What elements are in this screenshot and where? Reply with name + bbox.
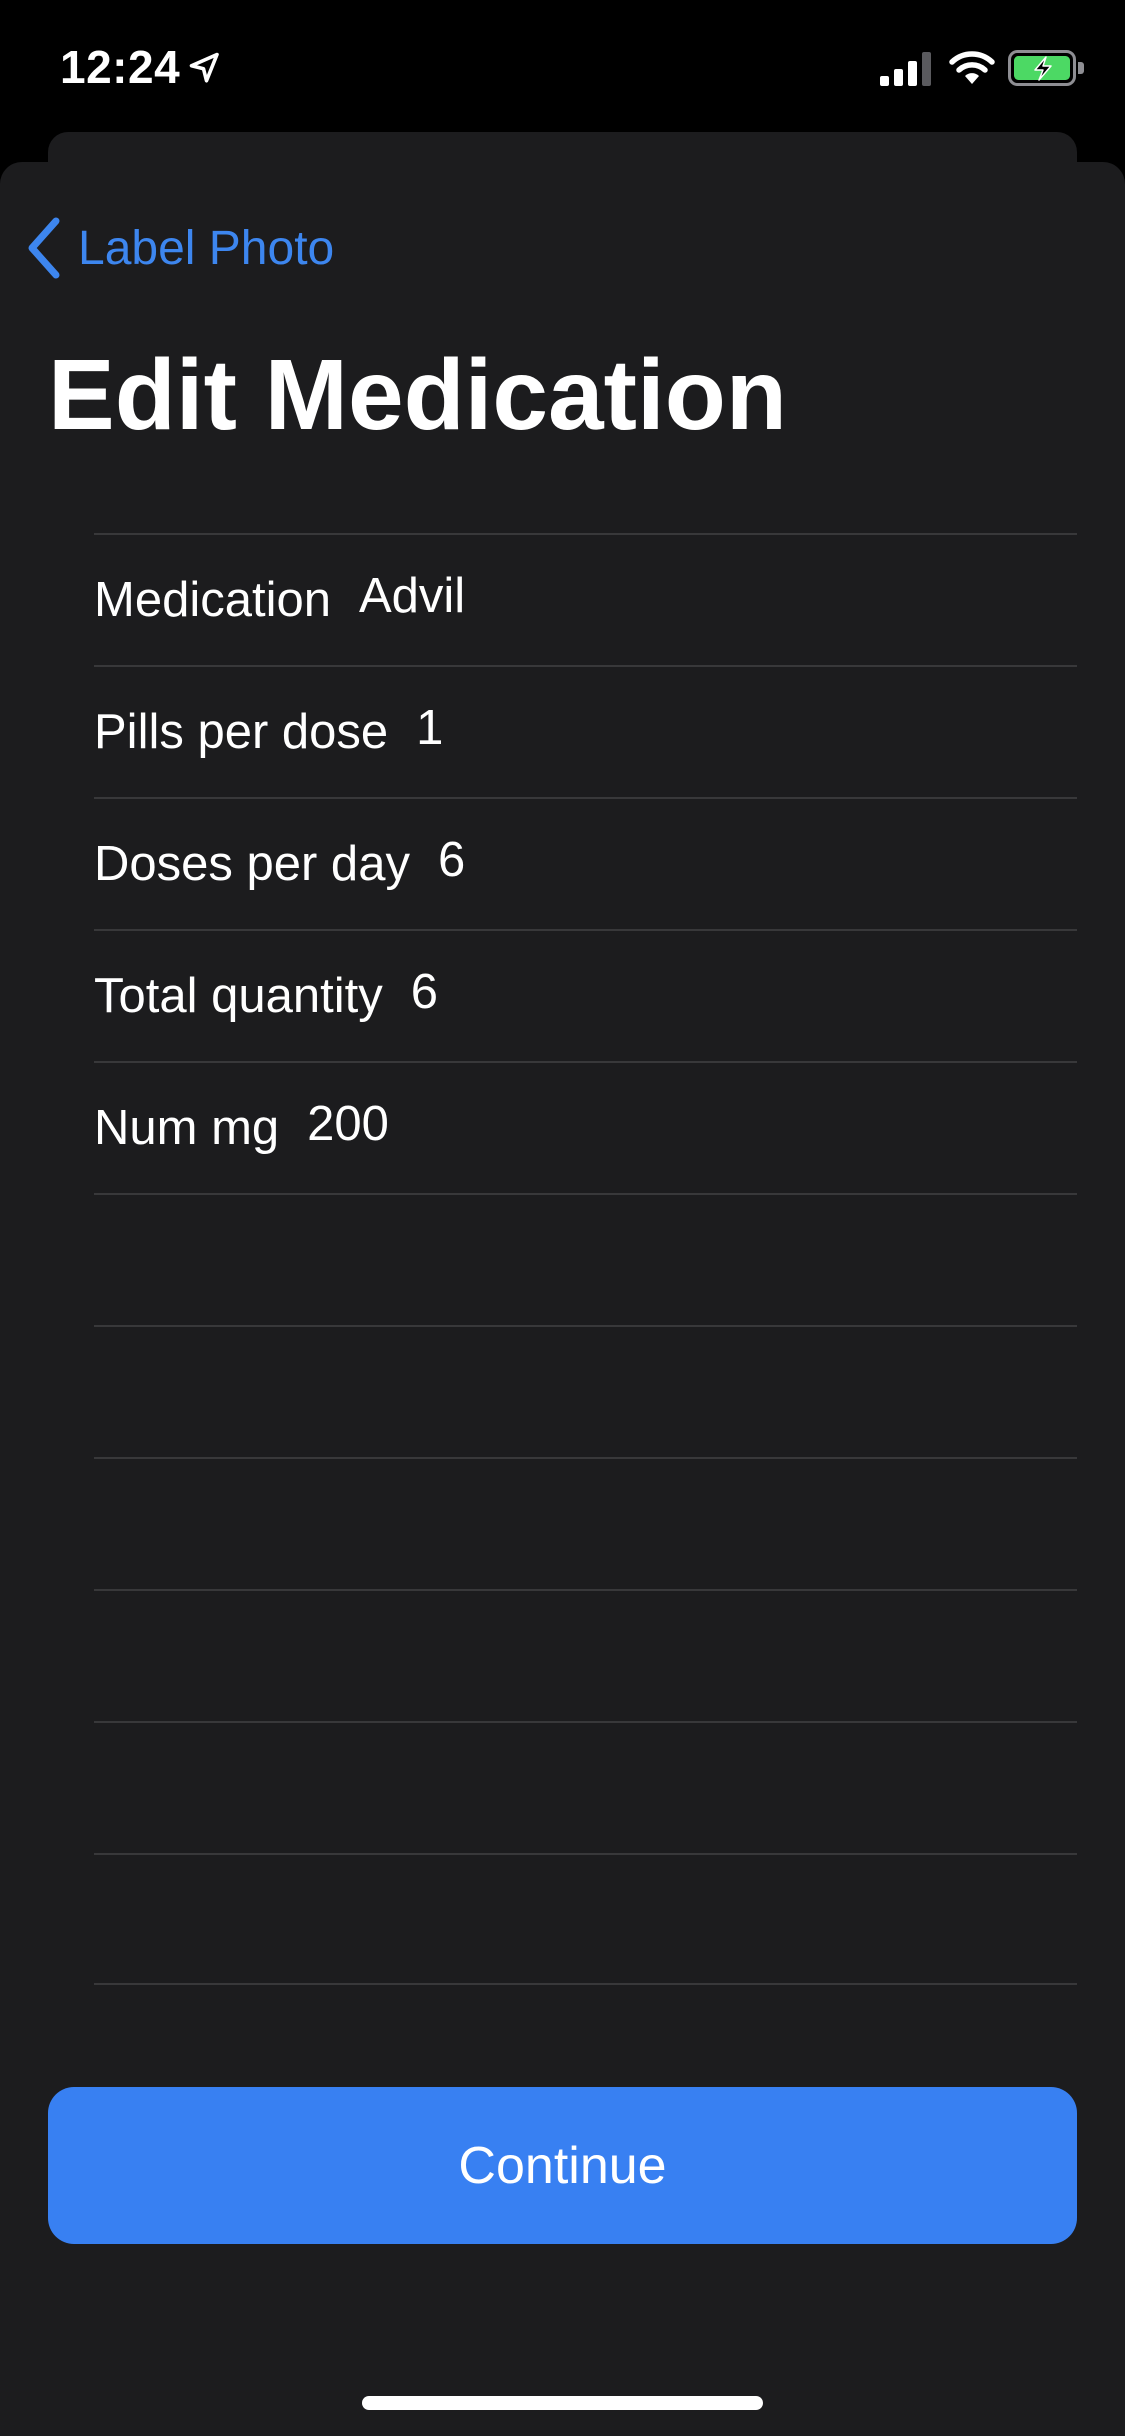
empty-row xyxy=(94,1193,1077,1325)
page-title: Edit Medication xyxy=(48,339,787,451)
form-row-medication[interactable]: Medication Advil xyxy=(94,533,1077,665)
medication-form: Medication Advil Pills per dose 1 Doses … xyxy=(94,533,1077,1985)
row-label: Total quantity xyxy=(94,969,383,1023)
empty-row xyxy=(94,1589,1077,1721)
row-label: Num mg xyxy=(94,1101,280,1155)
location-arrow-icon xyxy=(189,52,219,83)
home-indicator[interactable] xyxy=(362,2396,763,2410)
empty-row xyxy=(94,1457,1077,1589)
wifi-icon xyxy=(949,51,995,84)
form-row-total-quantity[interactable]: Total quantity 6 xyxy=(94,929,1077,1061)
chevron-left-icon xyxy=(28,217,60,279)
empty-row xyxy=(94,1721,1077,1853)
form-row-pills-per-dose[interactable]: Pills per dose 1 xyxy=(94,665,1077,797)
form-row-num-mg[interactable]: Num mg 200 xyxy=(94,1061,1077,1193)
medication-field[interactable]: Advil xyxy=(359,568,465,624)
continue-button[interactable]: Continue xyxy=(48,2087,1077,2244)
row-label: Doses per day xyxy=(94,837,410,891)
status-time: 12:24 xyxy=(60,41,181,93)
pills-per-dose-field[interactable]: 1 xyxy=(416,700,443,756)
back-button-label: Label Photo xyxy=(78,221,335,275)
battery-charging-icon xyxy=(1008,50,1084,86)
form-row-doses-per-day[interactable]: Doses per day 6 xyxy=(94,797,1077,929)
back-button[interactable]: Label Photo xyxy=(24,208,334,288)
row-label: Medication xyxy=(94,573,331,627)
cellular-signal-icon xyxy=(880,52,931,86)
status-bar: 12:24 xyxy=(0,0,1125,135)
row-label: Pills per dose xyxy=(94,705,389,759)
num-mg-field[interactable]: 200 xyxy=(307,1096,389,1152)
total-quantity-field[interactable]: 6 xyxy=(411,964,438,1020)
doses-per-day-field[interactable]: 6 xyxy=(438,832,465,888)
empty-row xyxy=(94,1853,1077,1985)
empty-row xyxy=(94,1325,1077,1457)
